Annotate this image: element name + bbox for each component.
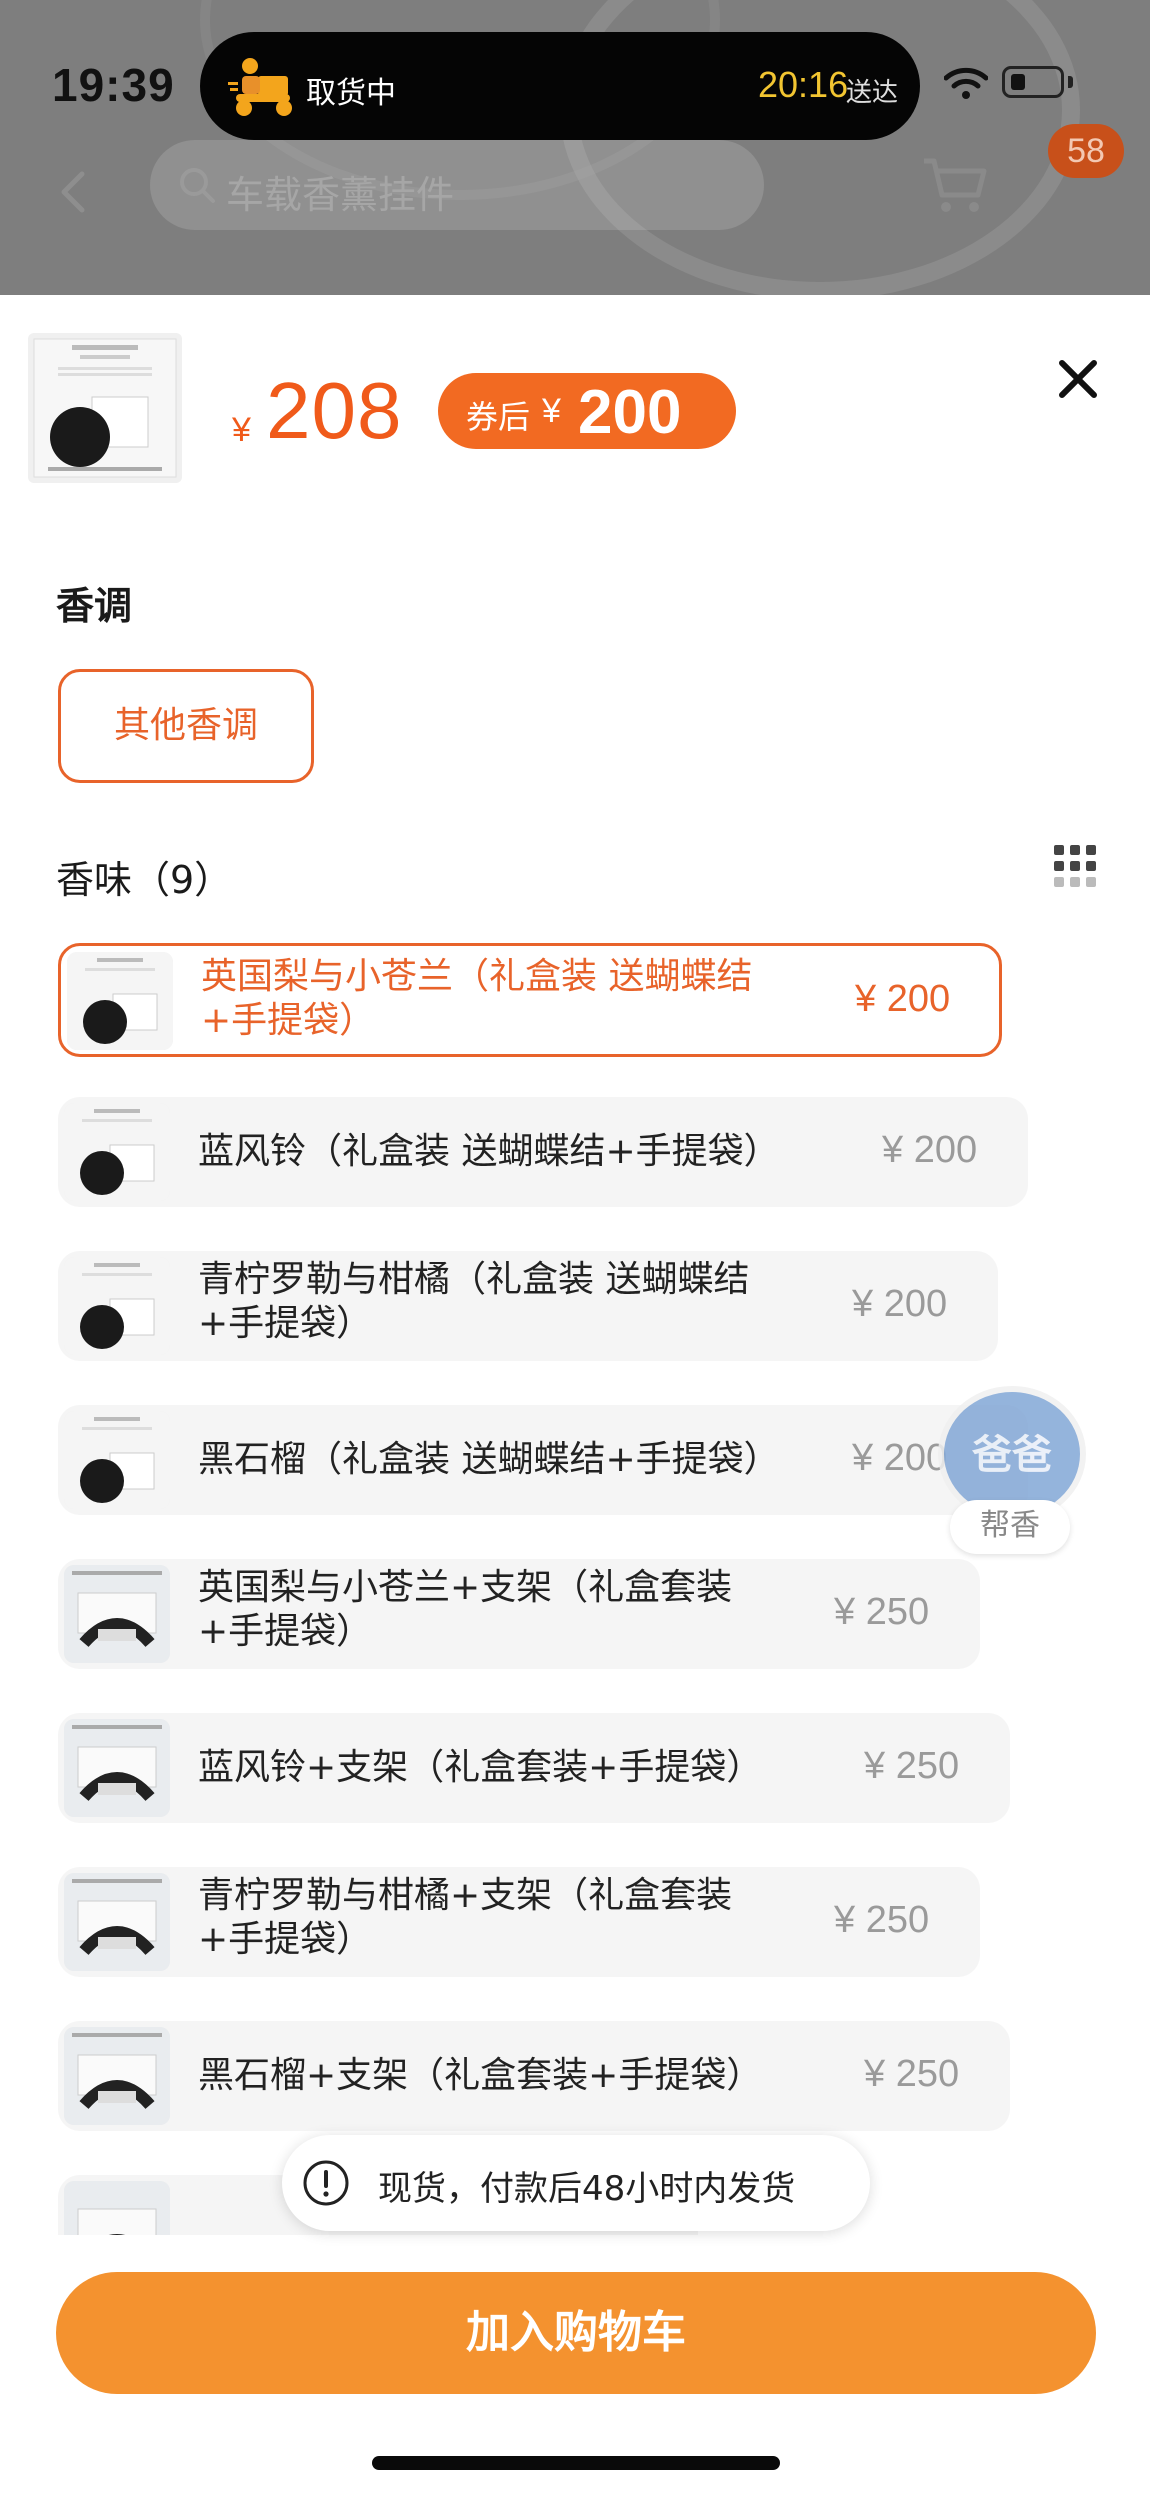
activity-status: 取货中 bbox=[306, 76, 396, 111]
scent-option[interactable]: 英国梨与小苍兰+支架（礼盒套装 +手提袋） ¥ 250 bbox=[58, 1559, 980, 1669]
option-thumbnail bbox=[64, 1719, 170, 1817]
option-thumbnail bbox=[64, 1873, 170, 1971]
cart-count-badge: 58 bbox=[1048, 124, 1124, 178]
grid-view-icon[interactable] bbox=[1052, 843, 1098, 889]
scent-option[interactable]: 蓝风铃（礼盒装 送蝴蝶结+手提袋） ¥ 200 bbox=[58, 1097, 1028, 1207]
scent-option[interactable]: 黑石榴+支架（礼盒套装+手提袋） ¥ 250 bbox=[58, 2021, 1010, 2131]
option-thumbnail bbox=[64, 1411, 170, 1509]
option-name-cont: +手提袋） bbox=[198, 1611, 373, 1652]
tone-section-title: 香调 bbox=[56, 584, 133, 628]
option-name: 蓝风铃（礼盒装 送蝴蝶结+手提袋） bbox=[198, 1131, 780, 1172]
product-thumbnail[interactable] bbox=[28, 333, 182, 483]
coupon-price-badge: 券后 ¥ 200 bbox=[438, 373, 736, 449]
scent-option[interactable]: 青柠罗勒与柑橘+支架（礼盒套装 +手提袋） ¥ 250 bbox=[58, 1867, 980, 1977]
scent-option[interactable]: 青柠罗勒与柑橘（礼盒装 送蝴蝶结 +手提袋） ¥ 200 bbox=[58, 1251, 998, 1361]
shipping-info-text: 现货，付款后48小时内发货 bbox=[378, 2169, 796, 2209]
option-name: 黑石榴+支架（礼盒套装+手提袋） bbox=[198, 2055, 763, 2096]
eta-time: 20:16 bbox=[758, 64, 849, 105]
sku-selection-sheet: ¥ 208 券后 ¥ 200 香调 其他香调 香味（9） 英国梨与小苍兰（礼盒装… bbox=[0, 295, 1150, 2493]
battery-icon bbox=[1002, 66, 1064, 98]
coupon-label: 券后 bbox=[466, 398, 531, 436]
price-currency: ¥ bbox=[232, 411, 251, 449]
option-name: 英国梨与小苍兰+支架（礼盒套装 bbox=[198, 1567, 733, 1608]
background-page: 19:39 取货中 20:16 送达 车载香薰挂件 58 bbox=[0, 0, 1150, 300]
search-bar[interactable]: 车载香薰挂件 bbox=[150, 140, 764, 230]
option-price: ¥ 250 bbox=[834, 1899, 930, 1941]
option-name-cont: +手提袋） bbox=[198, 1919, 373, 1960]
courier-scooter-icon bbox=[228, 58, 292, 116]
eta-label: 送达 bbox=[846, 78, 899, 108]
shipping-info-toast: 现货，付款后48小时内发货 bbox=[282, 2135, 870, 2231]
battery-cap bbox=[1068, 76, 1073, 88]
option-thumbnail bbox=[64, 1257, 170, 1355]
option-thumbnail bbox=[64, 2181, 170, 2235]
coupon-price: 200 bbox=[578, 378, 682, 447]
cart-icon[interactable] bbox=[920, 155, 990, 215]
scent-section-title: 香味（9） bbox=[56, 858, 233, 902]
status-time: 19:39 bbox=[52, 59, 175, 111]
live-activity-island[interactable]: 取货中 20:16 送达 bbox=[200, 32, 920, 140]
assistant-avatar-text: 爸爸 bbox=[972, 1432, 1052, 1478]
option-price: ¥ 200 bbox=[852, 1437, 948, 1479]
home-indicator[interactable] bbox=[372, 2456, 780, 2470]
option-name: 青柠罗勒与柑橘+支架（礼盒套装 bbox=[198, 1875, 733, 1916]
option-name-cont: +手提袋） bbox=[201, 1000, 376, 1041]
option-price: ¥ 250 bbox=[834, 1591, 930, 1633]
option-thumbnail bbox=[64, 1103, 170, 1201]
option-price: ¥ 200 bbox=[855, 978, 951, 1020]
scent-option[interactable]: 英国梨与小苍兰（礼盒装 送蝴蝶结 +手提袋） ¥ 200 bbox=[58, 943, 1002, 1057]
option-thumbnail bbox=[64, 2027, 170, 2125]
scent-option[interactable]: 蓝风铃+支架（礼盒套装+手提袋） ¥ 250 bbox=[58, 1713, 1010, 1823]
option-thumbnail bbox=[64, 1565, 170, 1663]
scent-option-list[interactable]: 英国梨与小苍兰（礼盒装 送蝴蝶结 +手提袋） ¥ 200 蓝风铃（礼盒装 送蝴蝶… bbox=[0, 943, 1150, 2235]
floating-assistant-label[interactable]: 帮香 bbox=[950, 1500, 1070, 1554]
option-price: ¥ 250 bbox=[864, 1745, 960, 1787]
option-name: 黑石榴（礼盒装 送蝴蝶结+手提袋） bbox=[198, 1439, 780, 1480]
tone-option-other[interactable]: 其他香调 bbox=[58, 669, 314, 783]
search-icon bbox=[180, 168, 215, 203]
price-value: 208 bbox=[266, 366, 403, 455]
wifi-icon bbox=[944, 67, 988, 99]
option-name: 蓝风铃+支架（礼盒套装+手提袋） bbox=[198, 1747, 763, 1788]
option-price: ¥ 200 bbox=[852, 1283, 948, 1325]
search-placeholder: 车载香薰挂件 bbox=[226, 173, 455, 217]
option-name-cont: +手提袋） bbox=[198, 1303, 373, 1344]
add-to-cart-button[interactable]: 加入购物车 bbox=[56, 2272, 1096, 2394]
product-image bbox=[33, 338, 177, 478]
back-chevron-icon[interactable] bbox=[58, 170, 88, 214]
floating-assistant-avatar[interactable]: 爸爸 bbox=[944, 1392, 1080, 1516]
scent-option[interactable]: 黑石榴（礼盒装 送蝴蝶结+手提袋） ¥ 200 bbox=[58, 1405, 1028, 1515]
coupon-currency: ¥ bbox=[542, 392, 561, 430]
option-name: 英国梨与小苍兰（礼盒装 送蝴蝶结 bbox=[201, 956, 753, 997]
option-thumbnail bbox=[67, 952, 173, 1050]
option-price: ¥ 250 bbox=[864, 2053, 960, 2095]
info-alert-icon bbox=[303, 2160, 349, 2206]
close-icon[interactable] bbox=[1056, 357, 1100, 401]
option-name: 青柠罗勒与柑橘（礼盒装 送蝴蝶结 bbox=[198, 1259, 750, 1300]
option-price: ¥ 200 bbox=[882, 1129, 978, 1171]
